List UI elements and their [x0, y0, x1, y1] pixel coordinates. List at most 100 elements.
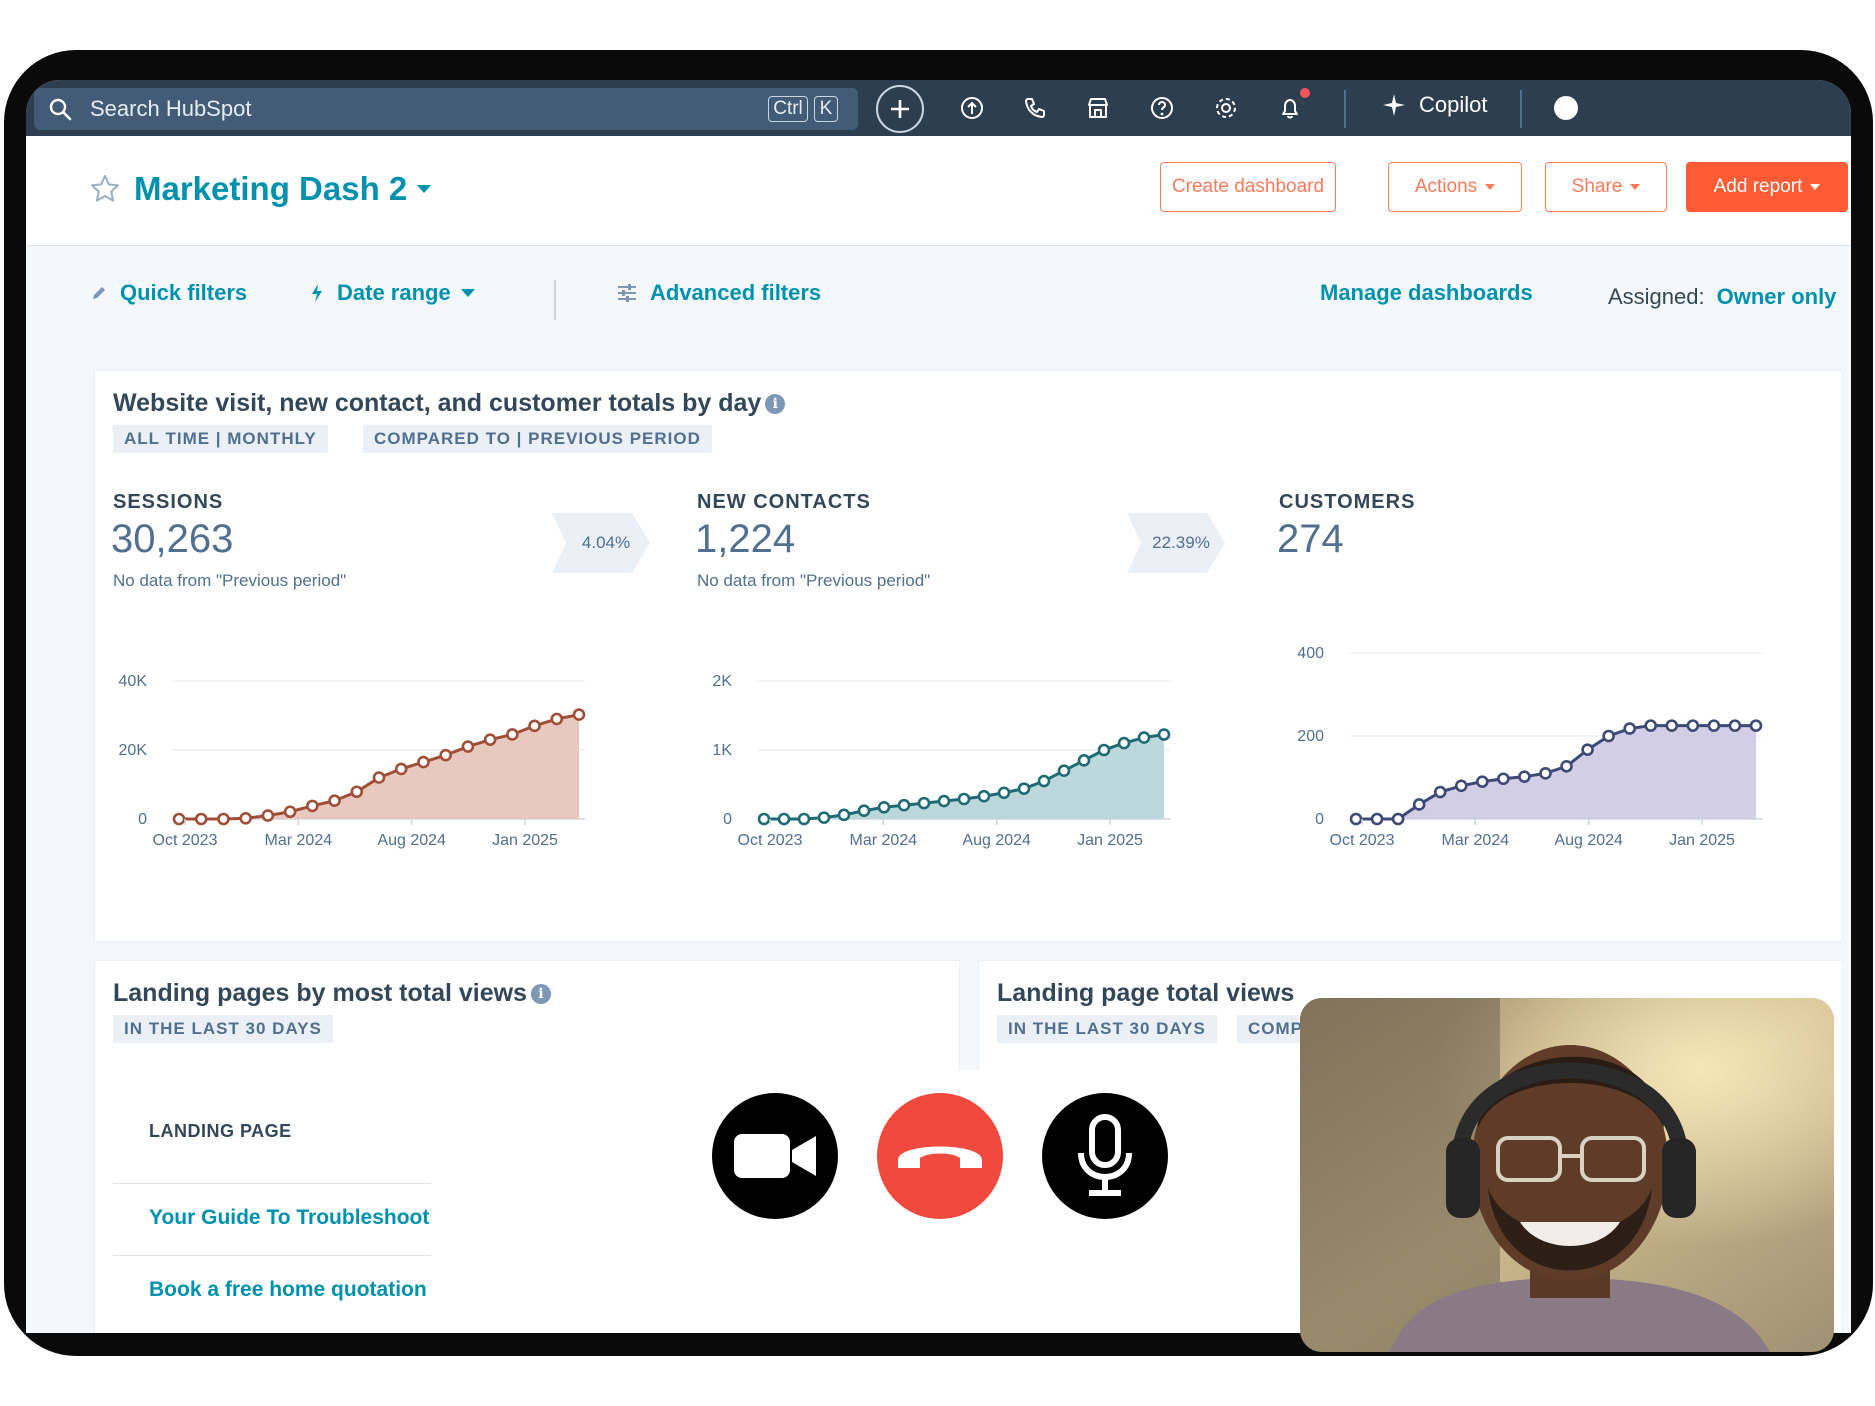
data-point	[997, 786, 1011, 800]
y-tick-label: 0	[1315, 811, 1324, 828]
data-point	[1157, 728, 1171, 741]
y-tick-label: 200	[1297, 728, 1324, 745]
manage-dashboards-label: Manage dashboards	[1320, 280, 1533, 305]
data-point	[1433, 785, 1447, 799]
date-range-button[interactable]: Date range	[309, 280, 475, 306]
info-icon[interactable]: i	[530, 983, 551, 1004]
landing-page-link[interactable]: Your Guide To Troubleshooting	[149, 1206, 431, 1230]
delta-badge-sessions: 4.04%	[552, 513, 650, 573]
dashboard-header: Marketing Dash 2 Create dashboard Action…	[26, 136, 1851, 246]
assigned-value: Owner only	[1716, 284, 1837, 309]
data-point	[1370, 812, 1384, 826]
phone-icon[interactable]	[1019, 92, 1051, 124]
marketplace-icon[interactable]	[1082, 92, 1114, 124]
data-point	[1644, 719, 1658, 732]
data-point	[1497, 772, 1510, 786]
kpi-value-contacts: 1,224	[695, 517, 796, 561]
report-title: Website visit, new contact, and customer…	[113, 389, 786, 418]
create-dashboard-label: Create dashboard	[1171, 176, 1325, 197]
end-call-button[interactable]	[877, 1093, 1003, 1219]
data-point	[1686, 719, 1700, 732]
data-point	[1707, 719, 1721, 732]
chevron-down-icon	[1630, 184, 1641, 190]
new-contacts-chart: 0 1K 2K Oct 2023 Mar 2024 Aug 2024 Jan 2025	[712, 673, 1171, 849]
data-point	[1412, 798, 1426, 811]
microphone-icon	[1078, 1114, 1132, 1196]
report-title-text: Landing pages by most total views	[113, 979, 527, 1007]
x-tick-label: Mar 2024	[850, 832, 918, 849]
column-header-landing-page[interactable]: LANDING PAGE	[149, 1121, 292, 1142]
advanced-filters-label: Advanced filters	[650, 280, 822, 305]
search-placeholder: Search HubSpot	[90, 96, 252, 121]
help-icon[interactable]	[1146, 92, 1178, 124]
x-tick-label: Jan 2025	[492, 832, 558, 849]
sessions-chart: 0 20K 40K Oct 2023 Mar 2024 Aug 2024 Jan 2025	[119, 673, 586, 849]
microphone-toggle-button[interactable]	[1042, 1093, 1168, 1219]
nav-divider	[1344, 90, 1346, 128]
data-point	[897, 798, 911, 812]
landing-page-link[interactable]: Book a free home quotation	[149, 1278, 427, 1302]
upgrade-icon[interactable]	[956, 92, 988, 124]
comparison-tag: COMPARED TO | PREVIOUS PERIOD	[363, 425, 712, 453]
x-tick-label: Oct 2023	[1330, 832, 1395, 849]
data-point	[461, 740, 475, 753]
date-range-tag: IN THE LAST 30 DAYS	[113, 1015, 333, 1043]
manage-dashboards-link[interactable]: Manage dashboards	[1320, 280, 1533, 306]
x-tick-label: Aug 2024	[1554, 832, 1623, 849]
search-bar[interactable]: Search HubSpot Ctrl K	[34, 88, 858, 130]
data-point	[283, 805, 297, 819]
chevron-down-icon	[1810, 184, 1821, 190]
chevron-down-icon[interactable]	[417, 185, 432, 193]
share-label: Share	[1571, 176, 1623, 197]
table-row: Your Guide To Troubleshooting	[113, 1183, 431, 1253]
settings-gear-icon[interactable]	[1210, 92, 1242, 124]
avatar[interactable]	[1554, 96, 1578, 120]
create-dashboard-button[interactable]: Create dashboard	[1160, 162, 1336, 212]
kpi-value-customers: 274	[1277, 517, 1344, 561]
actions-label: Actions	[1414, 176, 1478, 197]
data-point	[1518, 770, 1531, 783]
area-fill	[179, 714, 579, 819]
data-point	[917, 796, 931, 810]
x-tick-label: Mar 2024	[1442, 832, 1510, 849]
data-point	[1017, 782, 1031, 795]
data-point	[1057, 764, 1071, 777]
info-icon[interactable]: i	[765, 393, 786, 414]
delta-value-sessions: 4.04%	[581, 533, 631, 552]
date-range-label: Date range	[337, 280, 451, 305]
data-point	[1539, 767, 1552, 780]
y-tick-label: 0	[138, 811, 147, 828]
actions-button[interactable]: Actions	[1388, 162, 1522, 212]
data-point	[1728, 719, 1742, 732]
assigned-filter[interactable]: Assigned: Owner only	[1608, 284, 1836, 310]
kpi-note-contacts: No data from "Previous period"	[697, 571, 931, 590]
kpi-note-sessions: No data from "Previous period"	[113, 571, 347, 590]
data-point	[1665, 719, 1679, 732]
add-report-button[interactable]: Add report	[1686, 162, 1848, 212]
x-tick-label: Oct 2023	[738, 832, 803, 849]
share-button[interactable]: Share	[1545, 162, 1667, 212]
shortcut-k: K	[814, 96, 838, 122]
data-point	[306, 799, 319, 813]
camera-toggle-button[interactable]	[712, 1093, 838, 1219]
kpi-label-customers: CUSTOMERS	[1279, 491, 1416, 513]
data-point	[194, 812, 208, 826]
data-point	[506, 728, 519, 741]
dashboard-title[interactable]: Marketing Dash 2	[134, 170, 407, 208]
data-point	[528, 719, 541, 733]
customers-chart: 0 200 400 Oct 2023 Mar 2024 Aug 2024 Jan 2025	[1297, 645, 1763, 849]
data-point	[1454, 779, 1468, 793]
quick-filters-button[interactable]: Quick filters	[90, 280, 247, 306]
create-new-button[interactable]	[876, 85, 924, 133]
favorite-star-icon[interactable]	[90, 174, 120, 204]
data-point	[417, 755, 430, 769]
advanced-filters-button[interactable]: Advanced filters	[616, 280, 821, 306]
video-camera-icon	[734, 1134, 816, 1178]
data-point	[1602, 729, 1615, 743]
table-row: Book a free home quotation	[113, 1255, 431, 1325]
copilot-button[interactable]: Copilot	[1381, 92, 1487, 118]
report-title: Landing page total views	[997, 979, 1295, 1007]
delta-value-contacts: 22.39%	[1152, 533, 1210, 552]
data-point	[1623, 722, 1636, 735]
data-point	[328, 794, 341, 808]
